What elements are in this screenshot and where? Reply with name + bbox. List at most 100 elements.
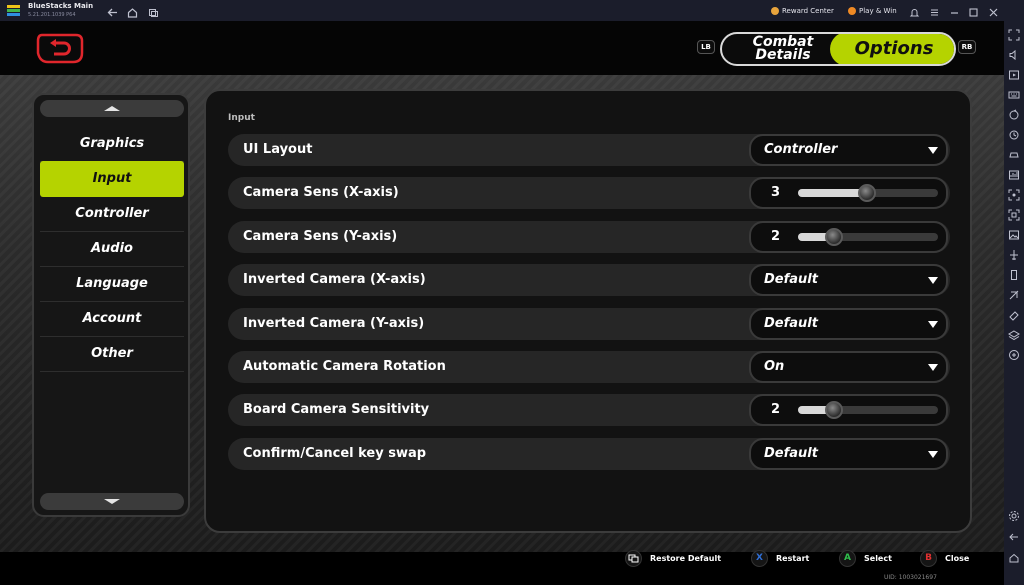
- screenshot-icon[interactable]: [1008, 186, 1020, 201]
- close-window-icon[interactable]: [987, 4, 1000, 17]
- rb-bumper-hint[interactable]: RB: [958, 40, 976, 54]
- dropdown-value: Default: [764, 446, 818, 461]
- caret-down-icon: [928, 451, 938, 458]
- home-icon[interactable]: [126, 4, 139, 18]
- play-win-button[interactable]: Play & Win: [848, 3, 897, 18]
- inverted-camera-x-dropdown[interactable]: Default: [749, 264, 948, 296]
- slider-knob[interactable]: [825, 228, 843, 246]
- erase-icon[interactable]: [1008, 306, 1020, 321]
- title-bar: BlueStacks Main 5.21.201.1039 P64 Reward…: [0, 0, 1024, 21]
- a-button-icon: A: [839, 549, 856, 567]
- gamepad-icon[interactable]: [1008, 146, 1020, 158]
- maximize-icon[interactable]: [967, 4, 980, 17]
- game-viewport: LB Combat Details Options RB Graphics In…: [0, 21, 1004, 585]
- bell-icon[interactable]: [908, 4, 921, 17]
- gallery-icon[interactable]: [1008, 226, 1020, 240]
- menu-icon[interactable]: [928, 4, 941, 17]
- caret-down-icon: [928, 321, 938, 328]
- return-button[interactable]: [36, 33, 84, 64]
- b-button-icon: B: [920, 549, 937, 567]
- tab-combat-line2: Details: [755, 47, 811, 63]
- dropdown-value: Default: [764, 272, 818, 287]
- lb-bumper-hint[interactable]: LB: [697, 40, 715, 54]
- category-language[interactable]: Language: [40, 266, 184, 302]
- slider-track[interactable]: [798, 184, 938, 202]
- airplane-icon[interactable]: [1008, 246, 1020, 260]
- slider-knob[interactable]: [858, 184, 876, 202]
- crown-icon: [771, 6, 779, 15]
- restore-default-hint[interactable]: Restore Default: [625, 549, 721, 567]
- slider-value: 2: [771, 229, 781, 244]
- tab-options[interactable]: Options: [830, 34, 954, 64]
- media-icon[interactable]: [1008, 66, 1020, 80]
- camera-sens-x-slider[interactable]: 3: [749, 177, 948, 209]
- shake-icon[interactable]: [1008, 266, 1020, 280]
- settings-gear-icon[interactable]: [1008, 507, 1020, 521]
- dropdown-value: On: [764, 359, 785, 374]
- confirm-cancel-swap-dropdown[interactable]: Default: [749, 438, 948, 470]
- auto-camera-rotation-dropdown[interactable]: On: [749, 351, 948, 383]
- setting-row-ui-layout: UI Layout Controller: [228, 134, 950, 166]
- app-title: BlueStacks Main: [28, 2, 94, 10]
- minimize-icon[interactable]: [948, 4, 961, 17]
- category-input[interactable]: Input: [40, 161, 184, 197]
- setting-row-inverted-camera-x: Inverted Camera (X-axis) Default: [228, 264, 950, 296]
- setting-label: Inverted Camera (X-axis): [243, 272, 426, 287]
- fullscreen-icon[interactable]: [1008, 26, 1020, 41]
- macro-icon[interactable]: [1008, 126, 1020, 140]
- caret-down-icon: [928, 147, 938, 154]
- category-audio[interactable]: Audio: [40, 231, 184, 267]
- board-camera-sensitivity-slider[interactable]: 2: [749, 394, 948, 426]
- bluestacks-logo-icon: [7, 5, 20, 16]
- setting-label: Camera Sens (Y-axis): [243, 229, 398, 244]
- slider-track[interactable]: [798, 401, 938, 419]
- reward-center-button[interactable]: Reward Center: [771, 3, 834, 18]
- record-icon[interactable]: [1008, 206, 1020, 221]
- settings-panel: Input UI Layout Controller Camera Sens (…: [204, 89, 972, 533]
- back-arrow-icon[interactable]: [106, 4, 119, 17]
- category-controller[interactable]: Controller: [40, 196, 184, 232]
- setting-row-auto-camera-rotation: Automatic Camera Rotation On: [228, 351, 950, 383]
- view-button-icon: [625, 549, 642, 567]
- camera-sens-y-slider[interactable]: 2: [749, 221, 948, 253]
- scroll-down-button[interactable]: [40, 493, 184, 510]
- eco-mode-icon[interactable]: [1008, 286, 1020, 300]
- bluestacks-sidebar: [1004, 21, 1024, 585]
- select-hint[interactable]: A Select: [839, 549, 892, 567]
- setting-row-camera-sens-x: Camera Sens (X-axis) 3: [228, 177, 950, 209]
- triangle-up-icon: [104, 106, 120, 111]
- category-account[interactable]: Account: [40, 301, 184, 337]
- restore-default-label: Restore Default: [650, 553, 722, 563]
- volume-icon[interactable]: [1008, 46, 1020, 61]
- triangle-down-icon: [104, 499, 120, 504]
- scroll-up-button[interactable]: [40, 100, 184, 117]
- section-title: Input: [228, 113, 255, 123]
- dropdown-value: Default: [764, 316, 818, 331]
- rotate-icon[interactable]: [1008, 106, 1020, 120]
- inverted-camera-y-dropdown[interactable]: Default: [749, 308, 948, 340]
- slider-track[interactable]: [798, 228, 938, 246]
- performance-icon[interactable]: [1008, 166, 1020, 180]
- slider-knob[interactable]: [825, 401, 843, 419]
- x-button-icon: X: [751, 549, 768, 567]
- close-hint[interactable]: B Close: [920, 549, 969, 567]
- app-version: 5.21.201.1039 P64: [28, 12, 76, 18]
- setting-row-board-camera-sensitivity: Board Camera Sensitivity 2: [228, 394, 950, 426]
- keyboard-icon[interactable]: [1008, 86, 1020, 99]
- setting-label: Inverted Camera (Y-axis): [243, 316, 425, 331]
- tab-combat-details[interactable]: Combat Details: [722, 34, 844, 64]
- category-other[interactable]: Other: [40, 336, 184, 372]
- sidebar-back-icon[interactable]: [1008, 528, 1020, 541]
- category-graphics[interactable]: Graphics: [40, 126, 184, 162]
- dropdown-value: Controller: [764, 142, 838, 157]
- play-win-label: Play & Win: [859, 6, 897, 15]
- setting-label: UI Layout: [243, 142, 313, 157]
- layers-icon[interactable]: [1008, 326, 1020, 341]
- caret-down-icon: [928, 364, 938, 371]
- ui-layout-dropdown[interactable]: Controller: [749, 134, 948, 166]
- sync-icon[interactable]: [1008, 346, 1020, 360]
- multi-instance-icon[interactable]: [147, 4, 160, 17]
- restart-label: Restart: [776, 553, 810, 563]
- sidebar-home-icon[interactable]: [1008, 549, 1020, 563]
- restart-hint[interactable]: X Restart: [751, 549, 809, 567]
